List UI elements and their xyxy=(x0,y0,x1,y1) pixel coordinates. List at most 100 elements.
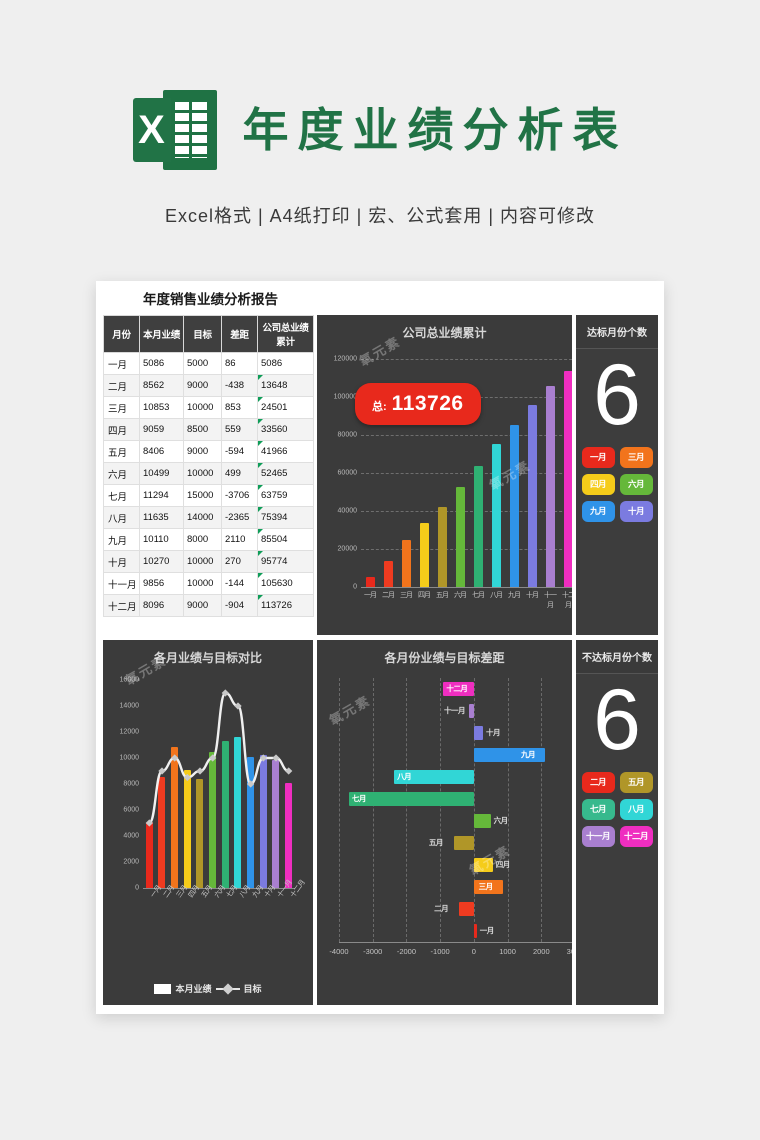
table-cell-target: 9000 xyxy=(183,374,222,397)
cumulative-bar[interactable] xyxy=(419,523,429,587)
kpi-missed-month-badge[interactable]: 五月 xyxy=(619,771,653,793)
cumulative-bar[interactable] xyxy=(365,577,375,587)
kpi-missed-month-badge[interactable]: 二月 xyxy=(581,771,615,793)
gap-bar-row: 三月 xyxy=(339,880,572,894)
gap-bar-label: 六月 xyxy=(493,816,509,825)
cumulative-bar[interactable] xyxy=(509,424,519,587)
cumulative-bar[interactable] xyxy=(437,507,447,587)
table-cell-target: 9000 xyxy=(183,440,222,463)
kpi-reached-title: 达标月份个数 xyxy=(576,315,658,349)
table-cell-actual: 8096 xyxy=(139,594,184,617)
table-row[interactable]: 十二月 8096 9000 -904 113726 xyxy=(103,594,314,617)
table-row[interactable]: 八月 11635 14000 -2365 75394 xyxy=(103,506,314,529)
table-cell-target: 10000 xyxy=(183,572,222,595)
kpi-reached-month-badge[interactable]: 九月 xyxy=(581,500,615,522)
x-axis-line xyxy=(361,587,572,588)
y-axis-tick: 14000 xyxy=(119,702,139,710)
page-header: X 年度业绩分析表 Excel格式 | A4纸打印 | 宏、公式套用 | 内容可… xyxy=(0,0,760,228)
table-cell-target: 10000 xyxy=(183,396,222,419)
kpi-reached-month-badge[interactable]: 一月 xyxy=(581,446,615,468)
cumulative-bar[interactable] xyxy=(383,561,393,587)
cumulative-bar[interactable] xyxy=(527,405,537,587)
kpi-missed-panel: 不达标月份个数 6 二月 五月 七月 八月 十一月 十二月 xyxy=(576,640,658,1005)
cumulative-bar[interactable] xyxy=(455,487,465,587)
kpi-reached-month-badge[interactable]: 四月 xyxy=(581,473,615,495)
kpi-reached-month-badge[interactable]: 三月 xyxy=(619,446,653,468)
x-axis-tick: 十月 xyxy=(526,592,539,599)
table-cell-month: 九月 xyxy=(103,528,140,551)
table-cell-month: 八月 xyxy=(103,506,140,529)
kpi-missed-month-badge[interactable]: 十二月 xyxy=(619,825,653,847)
table-cell-actual: 10853 xyxy=(139,396,184,419)
table-row[interactable]: 六月 10499 10000 499 52465 xyxy=(103,462,314,485)
table-header-cell-4: 公司总业绩累计 xyxy=(257,315,314,353)
gap-bar-row: 十二月 xyxy=(339,682,572,696)
table-cell-month: 六月 xyxy=(103,462,140,485)
cumulative-chart-panel: 公司总业绩累计 0 20000 40000 60000 80000 100000 12000… xyxy=(317,315,572,635)
legend-label-target: 目标 xyxy=(243,984,262,994)
gap-bar-label: 三月 xyxy=(478,882,494,891)
table-cell-cum: 113726 xyxy=(257,594,314,617)
kpi-missed-month-badge[interactable]: 十一月 xyxy=(581,825,615,847)
gap-bar-label: 二月 xyxy=(434,904,449,913)
gap-bar[interactable] xyxy=(473,814,491,828)
table-cell-actual: 11294 xyxy=(139,484,184,507)
x-axis-tick: 六月 xyxy=(454,592,467,599)
table-row[interactable]: 九月 10110 8000 2110 85504 xyxy=(103,528,314,551)
table-cell-cum: 33560 xyxy=(257,418,314,441)
gap-bar[interactable] xyxy=(348,792,474,806)
kpi-reached-month-badge[interactable]: 十月 xyxy=(619,500,653,522)
dashboard-card: 年度销售业绩分析报告 月份 本月业绩 目标 差距 公司总业绩累计 一月 5086 5000 8… xyxy=(96,281,664,1014)
gap-bar[interactable] xyxy=(453,836,474,850)
table-cell-cum: 75394 xyxy=(257,506,314,529)
legend-line-swatch xyxy=(215,984,240,994)
table-cell-target: 9000 xyxy=(183,594,222,617)
kpi-reached-body: 6 一月 三月 四月 六月 九月 十月 xyxy=(576,349,658,635)
kpi-missed-month-badge[interactable]: 八月 xyxy=(619,798,653,820)
cumulative-bar[interactable] xyxy=(401,540,411,587)
cumulative-bar[interactable] xyxy=(545,386,555,587)
table-cell-gap: -3706 xyxy=(221,484,258,507)
gap-bar-label: 十一月 xyxy=(444,706,466,715)
excel-logo-letter: X xyxy=(138,108,165,152)
table-row[interactable]: 三月 10853 10000 853 24501 xyxy=(103,396,314,419)
gap-bar[interactable] xyxy=(473,924,477,938)
x-axis-line xyxy=(339,942,572,943)
cumulative-bar[interactable] xyxy=(563,370,572,587)
table-cell-cum: 63759 xyxy=(257,484,314,507)
gap-plot-area: -4000 -3000 -2000 -1000 0 1000 2000 3000 十二月十一月十… xyxy=(329,678,572,956)
cumulative-bar[interactable] xyxy=(473,465,483,587)
gap-bar[interactable] xyxy=(473,726,483,740)
table-cell-target: 10000 xyxy=(183,462,222,485)
table-row[interactable]: 四月 9059 8500 559 33560 xyxy=(103,418,314,441)
table-header-cell-2: 目标 xyxy=(183,315,222,353)
gap-bar[interactable] xyxy=(459,902,474,916)
table-row[interactable]: 二月 8562 9000 -438 13648 xyxy=(103,374,314,397)
x-axis-tick: 八月 xyxy=(490,592,503,599)
table-header-row: 月份 本月业绩 目标 差距 公司总业绩累计 xyxy=(103,315,314,353)
table-cell-target: 8500 xyxy=(183,418,222,441)
table-row[interactable]: 十一月 9856 10000 -144 105630 xyxy=(103,572,314,595)
kpi-reached-count: 6 xyxy=(593,347,641,443)
x-axis-tick: 七月 xyxy=(472,592,485,599)
gap-bar[interactable] xyxy=(473,858,493,872)
table-row[interactable]: 一月 5086 5000 86 5086 xyxy=(103,352,314,375)
table-cell-actual: 10499 xyxy=(139,462,184,485)
gap-bar-label: 四月 xyxy=(495,860,511,869)
x-axis-tick: 十二月 xyxy=(562,592,572,609)
table-row[interactable]: 五月 8406 9000 -594 41966 xyxy=(103,440,314,463)
cumulative-bar[interactable] xyxy=(491,443,501,587)
x-axis-tick: 3000 xyxy=(566,947,572,956)
gap-chart-title: 各月份业绩与目标差距 xyxy=(384,651,505,665)
table-row[interactable]: 七月 11294 15000 -3706 63759 xyxy=(103,484,314,507)
gap-bar-label: 十二月 xyxy=(446,684,468,693)
table-row[interactable]: 十月 10270 10000 270 95774 xyxy=(103,550,314,573)
table-cell-cum: 24501 xyxy=(257,396,314,419)
table-cell-actual: 10270 xyxy=(139,550,184,573)
gap-bar-label: 十月 xyxy=(485,728,501,737)
x-axis-tick: 2000 xyxy=(532,947,550,956)
kpi-reached-month-badge[interactable]: 六月 xyxy=(619,473,653,495)
gap-bar[interactable] xyxy=(469,704,474,718)
gap-bar-row: 九月 xyxy=(339,748,572,762)
kpi-missed-month-badge[interactable]: 七月 xyxy=(581,798,615,820)
